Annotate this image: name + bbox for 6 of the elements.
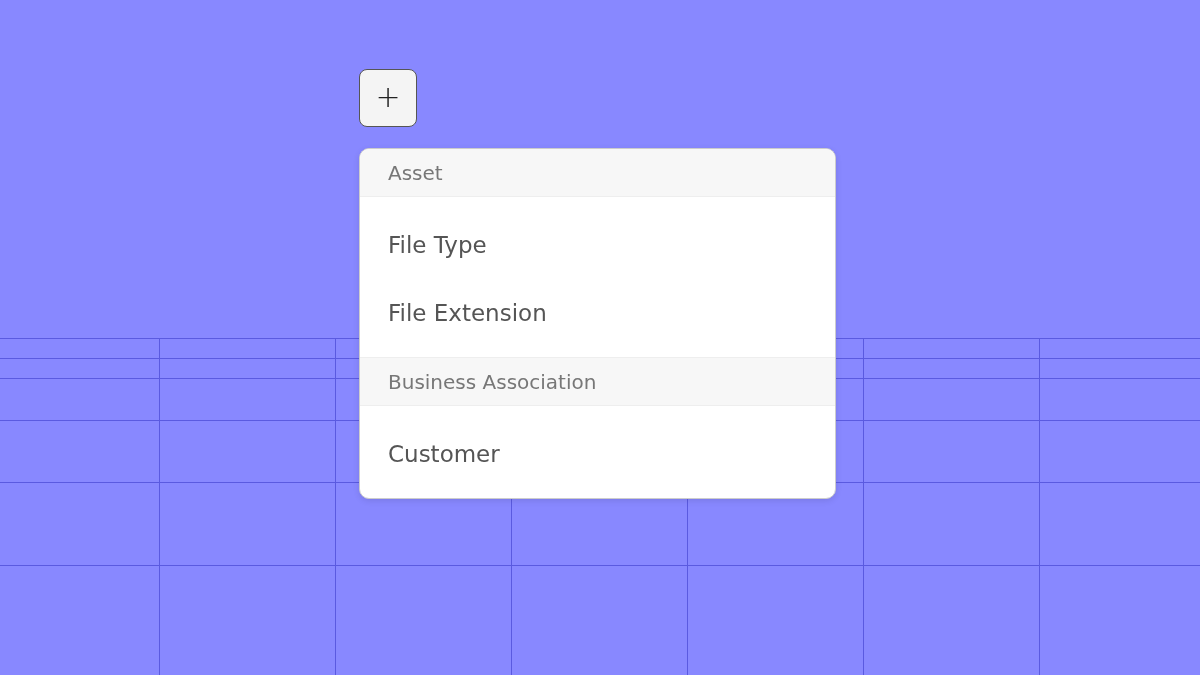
section-header: Asset [360, 149, 835, 197]
menu-item[interactable]: File Type [360, 211, 835, 279]
menu-item[interactable]: Customer [360, 420, 835, 488]
add-button[interactable]: + [359, 69, 417, 127]
section-header: Business Association [360, 358, 835, 406]
menu-item[interactable]: File Extension [360, 279, 835, 347]
